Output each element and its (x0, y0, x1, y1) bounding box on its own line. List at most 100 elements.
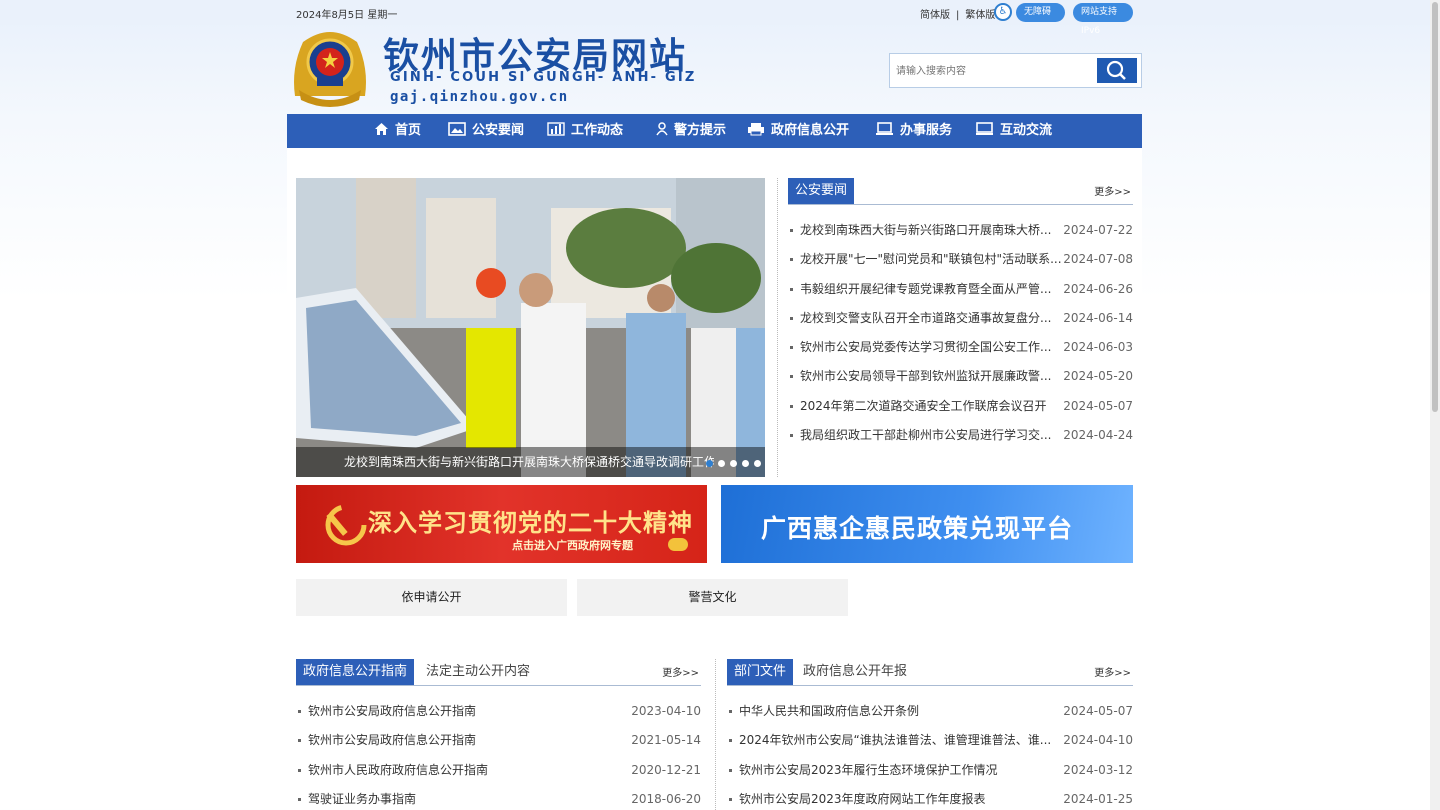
tab-dept-docs[interactable]: 部门文件 (727, 659, 794, 685)
slider-dot-2[interactable] (718, 460, 725, 467)
doc-title[interactable]: 钦州市公安局政府信息公开指南 (308, 726, 628, 755)
current-date: 2024年8月5日 星期一 (296, 10, 398, 21)
doc-date: 2024-05-07 (1063, 704, 1133, 718)
doc-title[interactable]: 钦州市公安局2023年履行生态环境保护工作情况 (739, 756, 1057, 785)
search-button[interactable] (1097, 58, 1137, 83)
main-nav: 首页 公安要闻 工作动态 警方提示 政府信息公开 办事服务 互动交流 (287, 114, 1142, 148)
bullet (790, 375, 793, 379)
list-item[interactable]: 2024年第二次道路交通安全工作联席会议召开 2024-05-07 (790, 392, 1133, 421)
news-date: 2024-06-03 (1063, 340, 1133, 355)
list-item[interactable]: 钦州市人民政府政府信息公开指南 2020-12-21 (298, 756, 701, 785)
doc-date: 2024-04-10 (1063, 733, 1133, 748)
traditional-link[interactable]: 繁体版 (965, 10, 995, 21)
doc-title[interactable]: 驾驶证业务办事指南 (308, 785, 628, 810)
news-date: 2024-05-07 (1063, 398, 1133, 413)
nav-police-news[interactable]: 公安要闻 (448, 114, 524, 148)
news-title[interactable]: 韦毅组织开展纪律专题党课教育暨全面从严管... (800, 275, 1062, 304)
news-title[interactable]: 2024年第二次道路交通安全工作联席会议召开 (800, 392, 1062, 421)
list-item[interactable]: 龙校到交警支队召开全市道路交通事故复盘分... 2024-06-14 (790, 304, 1133, 333)
accessibility-button[interactable]: 无障碍 (1016, 3, 1065, 22)
news-title[interactable]: 龙校到交警支队召开全市道路交通事故复盘分... (800, 304, 1062, 333)
bullet (790, 434, 793, 438)
news-date: 2024-07-22 (1063, 223, 1133, 237)
list-item[interactable]: 中华人民共和国政府信息公开条例 2024-05-07 (729, 697, 1133, 726)
bullet (790, 229, 793, 232)
bullet (729, 797, 732, 801)
bar-chart-icon (547, 121, 565, 136)
list-item[interactable]: 钦州市公安局党委传达学习贯彻全国公安工作... 2024-06-03 (790, 333, 1133, 362)
news-title[interactable]: 龙校开展"七一"慰问党员和"联镇包村"活动联系... (800, 245, 1062, 274)
doc-date: 2024-01-25 (1063, 791, 1133, 806)
list-item[interactable]: 龙校到南珠西大街与新兴街路口开展南珠大桥... 2024-07-22 (790, 216, 1133, 245)
news-date: 2024-06-14 (1063, 310, 1133, 325)
list-item[interactable]: 钦州市公安局政府信息公开指南 2023-04-10 (298, 697, 701, 726)
police-news-header: 公安要闻 更多>> (788, 178, 1133, 205)
bullet (790, 404, 793, 408)
bullet (790, 287, 793, 291)
nav-label: 警方提示 (674, 123, 727, 138)
news-title[interactable]: 钦州市公安局党委传达学习贯彻全国公安工作... (800, 333, 1062, 362)
tab-annual-report[interactable]: 政府信息公开年报 (803, 659, 907, 685)
list-item[interactable]: 2024年钦州市公安局“谁执法谁普法、谁管理谁普法、谁... 2024-04-10 (729, 726, 1133, 755)
policy-platform-banner[interactable]: 广西惠企惠民政策兑现平台 (721, 485, 1133, 563)
list-item[interactable]: 我局组织政工干部赴柳州市公安局进行学习交... 2024-04-24 (790, 421, 1133, 450)
site-pinyin: GINH- COUH SI GUNGH- ANH- GIZ (390, 70, 697, 85)
ipv6-badge[interactable]: 网站支持IPv6 (1073, 3, 1133, 36)
nav-home[interactable]: 首页 (374, 114, 421, 148)
site-domain: gaj.qinzhou.gov.cn (390, 89, 569, 105)
party-study-banner[interactable]: 深入学习贯彻党的二十大精神 点击进入广西政府网专题 (296, 485, 707, 563)
tab-gov-info-guide[interactable]: 政府信息公开指南 (296, 659, 415, 685)
arrow-right-icon (668, 538, 688, 551)
doc-title[interactable]: 钦州市公安局2023年度政府网站工作年度报表 (739, 785, 1057, 810)
dept-docs-more-link[interactable]: 更多>> (1094, 664, 1131, 679)
news-title[interactable]: 钦州市公安局领导干部到钦州监狱开展廉政警... (800, 362, 1062, 391)
nav-gov-info[interactable]: 政府信息公开 (747, 114, 849, 148)
language-switcher: 简体版 | 繁体版 (917, 6, 998, 21)
doc-title[interactable]: 钦州市公安局政府信息公开指南 (308, 697, 628, 726)
list-item[interactable]: 钦州市公安局领导干部到钦州监狱开展廉政警... 2024-05-20 (790, 362, 1133, 391)
apply-disclosure-link[interactable]: 依申请公开 (296, 579, 567, 616)
nav-label: 政府信息公开 (771, 123, 850, 138)
news-date: 2024-07-08 (1063, 252, 1133, 267)
scrollbar-thumb[interactable] (1432, 2, 1438, 412)
simplified-link[interactable]: 简体版 (920, 10, 950, 21)
list-item[interactable]: 驾驶证业务办事指南 2018-06-20 (298, 785, 701, 810)
search-input[interactable] (896, 60, 1091, 82)
nav-interaction[interactable]: 互动交流 (975, 114, 1052, 148)
list-item[interactable]: 钦州市公安局2023年度政府网站工作年度报表 2024-01-25 (729, 785, 1133, 810)
search-box (889, 53, 1142, 88)
tab-statutory-disclosure[interactable]: 法定主动公开内容 (426, 659, 530, 685)
news-title[interactable]: 龙校到南珠西大街与新兴街路口开展南珠大桥... (800, 216, 1062, 245)
gov-info-more-link[interactable]: 更多>> (662, 664, 699, 679)
doc-title[interactable]: 钦州市人民政府政府信息公开指南 (308, 756, 628, 785)
nav-police-tips[interactable]: 警方提示 (656, 114, 726, 148)
police-news-more-link[interactable]: 更多>> (1094, 183, 1131, 198)
slider-dot-1[interactable] (706, 460, 713, 467)
list-item[interactable]: 龙校开展"七一"慰问党员和"联镇包村"活动联系... 2024-07-08 (790, 245, 1133, 274)
gov-info-header: 政府信息公开指南 法定主动公开内容 更多>> (296, 659, 701, 686)
bullet (729, 710, 732, 713)
slider-caption[interactable]: 龙校到南珠西大街与新兴街路口开展南珠大桥保通桥交通导改调研工作 (344, 453, 714, 470)
list-item[interactable]: 钦州市公安局2023年履行生态环境保护工作情况 2024-03-12 (729, 756, 1133, 785)
list-item[interactable]: 钦州市公安局政府信息公开指南 2021-05-14 (298, 726, 701, 755)
news-date: 2024-05-20 (1063, 369, 1133, 384)
nav-services[interactable]: 办事服务 (875, 114, 952, 148)
page-scrollbar[interactable] (1430, 0, 1440, 810)
police-news-tab[interactable]: 公安要闻 (788, 178, 855, 204)
accessibility-icon[interactable]: ♿ (994, 3, 1012, 21)
news-slider[interactable]: 龙校到南珠西大街与新兴街路口开展南珠大桥保通桥交通导改调研工作 (296, 178, 765, 477)
doc-title[interactable]: 中华人民共和国政府信息公开条例 (739, 697, 1057, 726)
lang-separator: | (956, 10, 960, 21)
police-emblem-icon (294, 32, 366, 107)
news-title[interactable]: 我局组织政工干部赴柳州市公安局进行学习交... (800, 421, 1062, 450)
hammer-sickle-icon (325, 504, 367, 546)
list-item[interactable]: 韦毅组织开展纪律专题党课教育暨全面从严管... 2024-06-26 (790, 275, 1133, 304)
slider-dot-4[interactable] (742, 460, 749, 467)
police-culture-link[interactable]: 警营文化 (577, 579, 848, 616)
policy-banner-title: 广西惠企惠民政策兑现平台 (761, 514, 1074, 543)
slider-dot-5[interactable] (754, 460, 761, 467)
column-divider (777, 178, 778, 477)
slider-dot-3[interactable] (730, 460, 737, 467)
nav-work-updates[interactable]: 工作动态 (547, 114, 623, 148)
doc-title[interactable]: 2024年钦州市公安局“谁执法谁普法、谁管理谁普法、谁... (739, 726, 1057, 755)
